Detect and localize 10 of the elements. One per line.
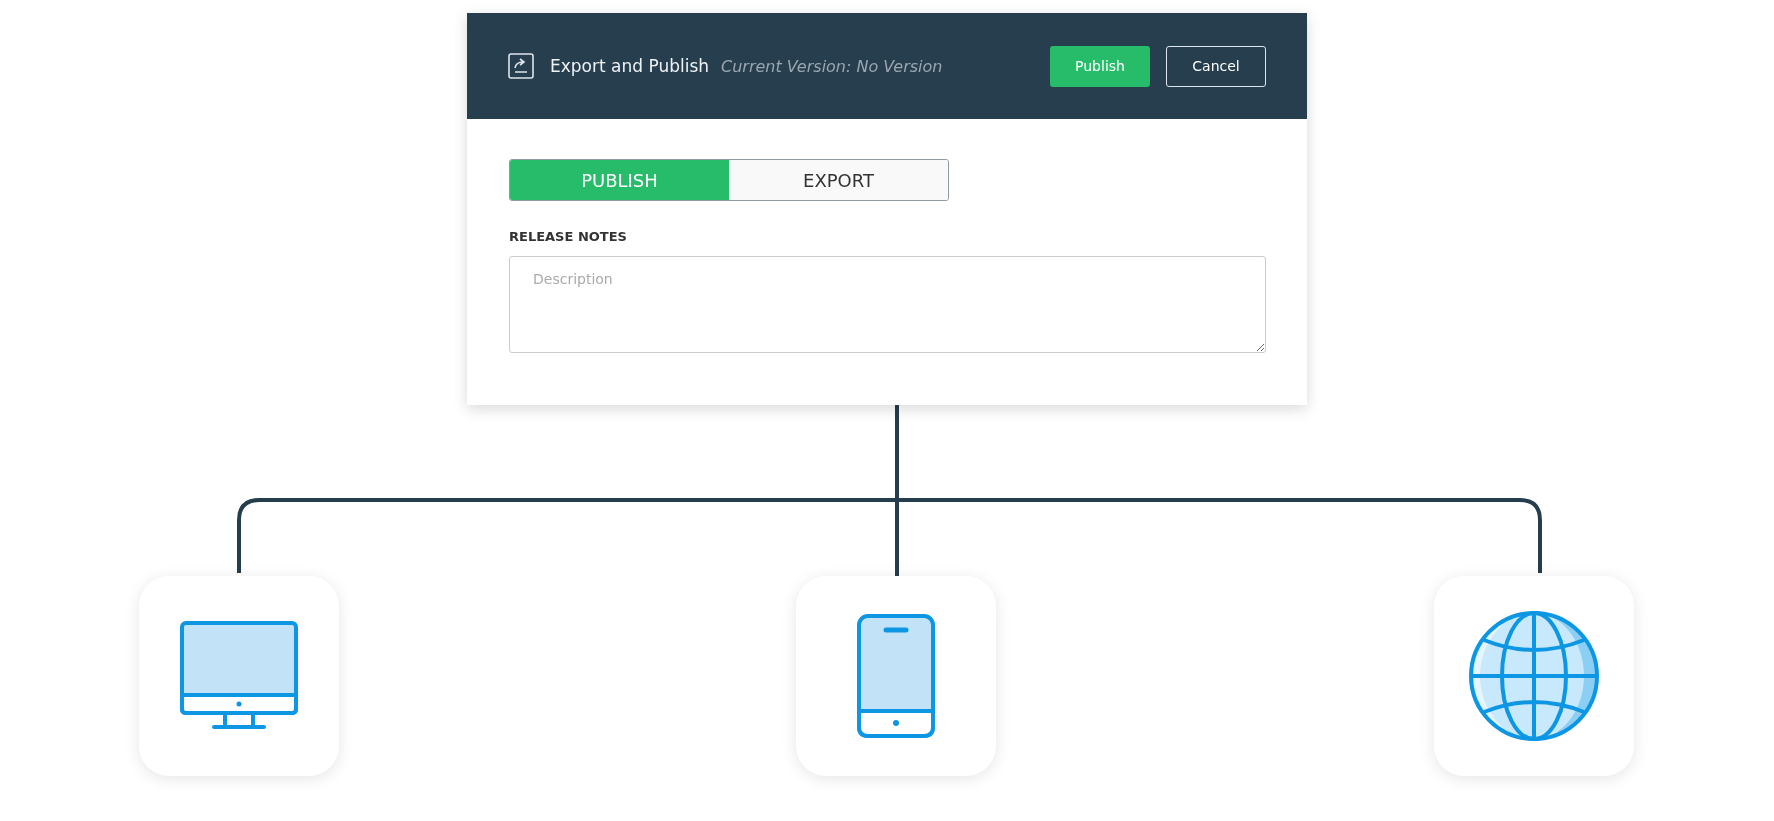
tab[interactable]: EXPORT — [729, 160, 948, 200]
version-label: Current Version: No Version — [721, 56, 943, 76]
description-field[interactable]: Description — [509, 256, 1266, 353]
globe-icon — [1468, 610, 1600, 742]
field-label: RELEASE NOTES — [509, 229, 628, 244]
dialog-title: Export and Publish — [550, 56, 710, 76]
cancel-button[interactable]: Cancel — [1166, 45, 1266, 87]
monitor-icon — [179, 620, 299, 732]
share-icon — [508, 53, 534, 79]
phone-icon — [856, 613, 936, 739]
